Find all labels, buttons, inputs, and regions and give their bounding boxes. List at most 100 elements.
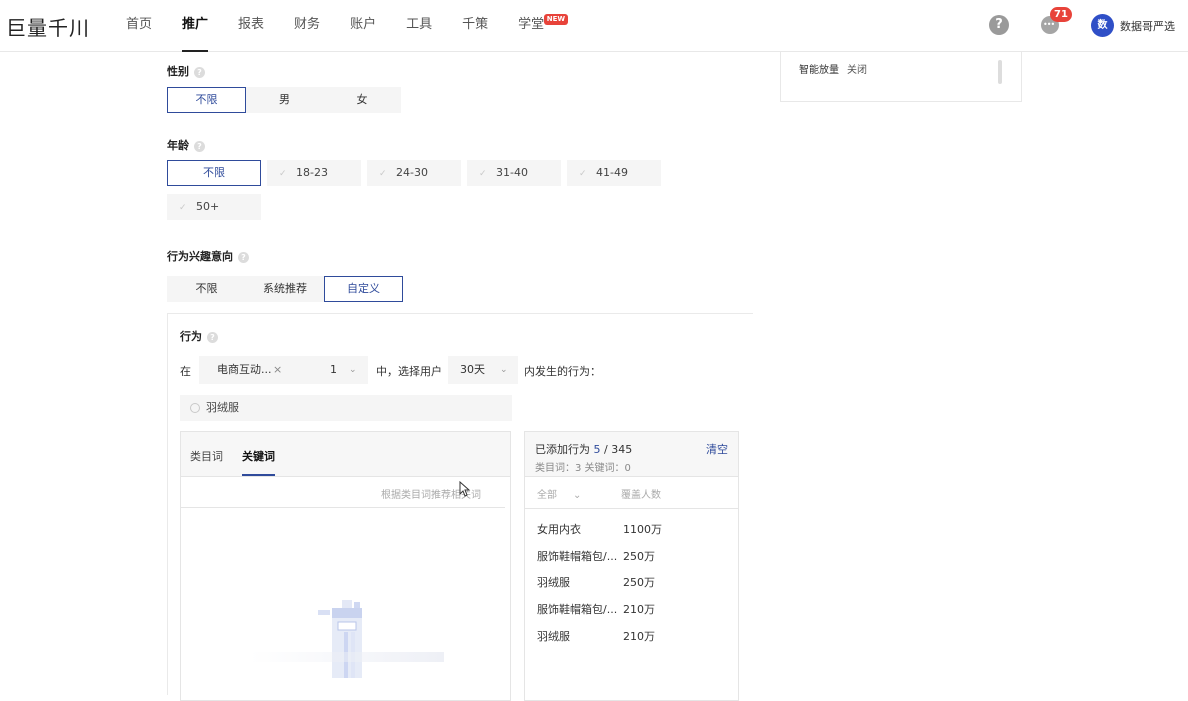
coverage-count: 1100万 [623,523,662,536]
check-icon: ✓ [579,169,587,179]
age-option-50-plus[interactable]: ✓ 50+ [167,194,261,220]
chevron-down-icon: ⌄ [573,490,582,501]
tab-category-words[interactable]: 类目词 [190,448,223,464]
interest-label: 行为兴趣意向? [167,248,249,264]
list-item[interactable]: 羽绒服 210万 [537,628,655,644]
avatar[interactable]: 数 [1091,14,1114,37]
behavior-name: 羽绒服 [537,576,570,589]
check-icon: ✓ [379,169,387,179]
age-option-label: 24-30 [396,166,428,179]
brand-logo[interactable]: 巨量千川 [6,12,90,41]
age-option-31-40[interactable]: ✓ 31-40 [467,160,561,186]
nav-item-account[interactable]: 账户 [350,0,376,52]
active-tab-underline [242,474,275,476]
help-icon[interactable]: ? [194,140,205,152]
word-tabs: 类目词 关键词 [181,432,510,477]
empty-state-illustration [318,600,362,678]
help-icon[interactable]: ? [989,15,1009,35]
added-breakdown: 类目词：3 关键词：0 [535,463,631,474]
nav-item-qiance[interactable]: 千策 [462,0,488,52]
help-icon[interactable]: ? [238,251,249,263]
added-behaviors-pane: 已添加行为 5 / 345 类目词：3 关键词：0 清空 全部 ⌄ 覆盖人数 女用… [524,431,739,701]
help-icon[interactable]: ? [207,331,218,343]
top-nav-bar: 巨量千川 首页 推广 报表 财务 账户 工具 千策 学堂 NEW ? 71 数 … [0,0,1188,52]
behavior-label-text: 行为 [180,330,202,343]
divider [181,507,505,508]
behavior-label: 行为? [180,328,218,344]
main-nav: 首页 推广 报表 财务 账户 工具 千策 学堂 NEW [126,0,574,52]
behavior-name: 服饰鞋帽箱包/... [537,550,618,563]
clear-button[interactable]: 清空 [706,441,728,457]
gender-option-any[interactable]: 不限 [167,87,246,113]
age-option-24-30[interactable]: ✓ 24-30 [367,160,461,186]
age-option-label: 41-49 [596,166,628,179]
list-item[interactable]: 女用内衣 1100万 [537,521,662,537]
days-select[interactable]: 30天 ⌄ [448,356,518,384]
message-count-badge: 71 [1050,7,1072,22]
nav-item-academy-label: 学堂 [518,17,545,32]
gender-label: 性别? [167,63,205,79]
age-option-18-23[interactable]: ✓ 18-23 [267,160,361,186]
interest-option-custom[interactable]: 自定义 [324,276,403,302]
gender-option-male[interactable]: 男 [246,87,323,113]
age-label-text: 年龄 [167,139,189,152]
nav-item-finance[interactable]: 财务 [294,0,320,52]
behavior-name: 服饰鞋帽箱包/... [537,603,618,616]
behavior-search-input[interactable]: 羽绒服 [180,395,512,421]
scene-count: 1 [330,363,337,376]
nav-item-reports[interactable]: 报表 [238,0,264,52]
behavior-name: 羽绒服 [537,630,570,643]
check-icon: ✓ [179,203,187,213]
mouse-cursor-icon [459,481,471,497]
help-icon[interactable]: ? [194,66,205,78]
gender-label-text: 性别 [167,65,189,78]
scene-select[interactable]: 电商互动... × 1 ⌄ [199,356,368,384]
illustration-shadow [250,652,444,662]
smart-scale-label: 智能放量 [799,65,839,76]
mid-text: 中，选择用户 [376,365,442,378]
nav-item-home[interactable]: 首页 [126,0,152,52]
coverage-count: 210万 [623,630,655,643]
added-header: 已添加行为 5 / 345 类目词：3 关键词：0 清空 [525,432,738,477]
added-column-header: 全部 ⌄ 覆盖人数 [525,478,738,509]
username[interactable]: 数据哥严选 [1120,18,1175,34]
list-item[interactable]: 服饰鞋帽箱包/... 210万 [537,601,655,617]
tab-keywords[interactable]: 关键词 [242,448,275,464]
nav-item-tools[interactable]: 工具 [406,0,432,52]
filter-select[interactable]: 全部 ⌄ [537,486,581,501]
age-option-41-49[interactable]: ✓ 41-49 [567,160,661,186]
coverage-count: 250万 [623,576,655,589]
chevron-down-icon: ⌄ [349,365,357,375]
behavior-name: 女用内衣 [537,523,581,536]
nav-item-academy[interactable]: 学堂 NEW [518,0,569,52]
interest-option-recommended[interactable]: 系统推荐 [246,276,324,302]
coverage-count: 210万 [623,603,655,616]
tail-text: 内发生的行为： [524,365,601,378]
check-icon: ✓ [479,169,487,179]
interest-label-text: 行为兴趣意向 [167,250,233,263]
days-value: 30天 [460,363,485,376]
age-option-any[interactable]: 不限 [167,160,261,186]
settings-summary-panel: 智能放量 关闭 [780,52,1022,102]
in-text: 在 [180,365,191,378]
close-icon[interactable]: × [273,356,282,384]
list-item[interactable]: 羽绒服 250万 [537,574,655,590]
filter-value: 全部 [537,490,557,501]
added-count: 5 [593,443,601,456]
age-option-label: 50+ [196,200,220,213]
nav-item-promote[interactable]: 推广 [182,0,209,52]
age-option-label: 31-40 [496,166,528,179]
added-total: / 345 [604,443,633,456]
age-label: 年龄? [167,137,205,153]
age-option-label: 18-23 [296,166,328,179]
new-badge: NEW [543,14,569,25]
list-item[interactable]: 服饰鞋帽箱包/... 250万 [537,548,655,564]
added-title-prefix: 已添加行为 [535,443,590,456]
interest-option-any[interactable]: 不限 [167,276,246,302]
smart-scale-value: 关闭 [847,65,867,76]
coverage-column-header: 覆盖人数 [621,490,661,501]
panel-scrollbar[interactable] [998,60,1002,84]
chevron-down-icon: ⌄ [500,365,508,375]
gender-option-female[interactable]: 女 [323,87,401,113]
scene-tag: 电商互动... [217,363,272,376]
